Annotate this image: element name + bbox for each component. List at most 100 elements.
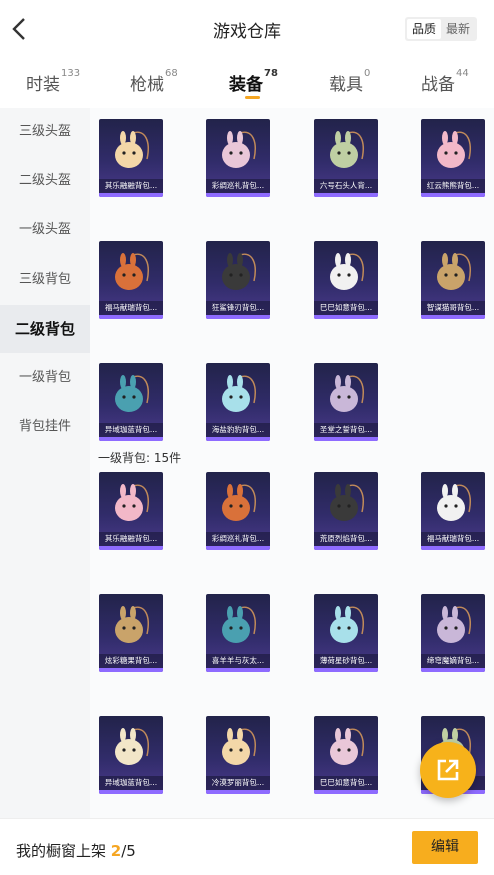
rarity-bar [314, 193, 378, 197]
sidebar-item-level3-helmet[interactable]: 三级头盔 [0, 108, 90, 156]
item-name: 炫彩糖果背包... [99, 654, 163, 668]
item-card[interactable]: 彩绸巡礼背包... [206, 119, 270, 197]
rarity-bar [421, 668, 485, 672]
item-card[interactable]: 巳巳如意背包... [314, 716, 378, 794]
rarity-bar [206, 668, 270, 672]
item-name: 巳巳如意背包... [314, 301, 378, 315]
backpack-icon [437, 606, 471, 643]
item-card[interactable]: 海盐豹豹背包... [206, 363, 270, 441]
backpack-icon [222, 728, 256, 765]
tab-vehicles[interactable]: 载具0 [329, 68, 370, 95]
section-label-level1-backpack: 一级背包: 15件 [98, 451, 182, 465]
category-tabs: 时装133 枪械68 装备78 载具0 战备44 [0, 60, 494, 106]
rarity-bar [99, 437, 163, 441]
rarity-bar [314, 437, 378, 441]
item-name: 缔穹魔嫡背包... [421, 654, 485, 668]
tab-equipment[interactable]: 装备78 [229, 68, 278, 95]
item-name: 狂鲨锋刃背包... [206, 301, 270, 315]
item-card[interactable]: 冷漠罗丽背包... [206, 716, 270, 794]
rarity-bar [206, 315, 270, 319]
backpack-icon [222, 484, 256, 521]
item-name: 福马献瑞背包... [421, 532, 485, 546]
item-card[interactable]: 彩绸巡礼背包... [206, 472, 270, 550]
item-card[interactable]: 其乐融融背包... [99, 472, 163, 550]
item-card[interactable]: 智谋猫哥背包... [421, 241, 485, 319]
rarity-bar [314, 315, 378, 319]
item-name: 冷漠罗丽背包... [206, 776, 270, 790]
backpack-icon [115, 606, 149, 643]
backpack-icon [330, 728, 364, 765]
item-name: 薄荷星砂背包... [314, 654, 378, 668]
rarity-bar [99, 193, 163, 197]
backpack-icon [115, 253, 149, 290]
backpack-icon [437, 484, 471, 521]
item-card[interactable]: 荒原烈焰背包... [314, 472, 378, 550]
rarity-bar [314, 546, 378, 550]
sidebar: 三级头盔 二级头盔 一级头盔 三级背包 二级背包 一级背包 背包挂件 [0, 108, 90, 818]
showcase-current-count: 2 [110, 842, 122, 860]
item-name: 六号石头人背... [314, 179, 378, 193]
item-card[interactable]: 薄荷星砂背包... [314, 594, 378, 672]
item-name: 异域珈蓝背包... [99, 776, 163, 790]
bottom-bar: 我的橱窗上架 2/5 编辑 [0, 818, 494, 875]
rarity-bar [421, 315, 485, 319]
item-name: 巳巳如意背包... [314, 776, 378, 790]
item-card[interactable]: 缔穹魔嫡背包... [421, 594, 485, 672]
backpack-icon [115, 131, 149, 168]
rarity-bar [99, 790, 163, 794]
showcase-status: 我的橱窗上架 2/5 [16, 840, 136, 861]
item-name: 福马献瑞背包... [99, 301, 163, 315]
rarity-bar [314, 790, 378, 794]
item-card[interactable]: 异域珈蓝背包... [99, 716, 163, 794]
backpack-icon [437, 131, 471, 168]
edit-button[interactable]: 编辑 [412, 831, 478, 864]
backpack-icon [222, 253, 256, 290]
item-card[interactable]: 红云熊熊背包... [421, 119, 485, 197]
item-card[interactable]: 喜羊羊与灰太... [206, 594, 270, 672]
backpack-icon [437, 253, 471, 290]
backpack-icon [115, 375, 149, 412]
sidebar-item-level2-backpack[interactable]: 二级背包 [0, 305, 90, 353]
sidebar-item-level3-backpack[interactable]: 三级背包 [0, 256, 90, 304]
item-card[interactable]: 福马献瑞背包... [421, 472, 485, 550]
rarity-bar [206, 546, 270, 550]
item-card[interactable]: 圣堂之誓背包... [314, 363, 378, 441]
item-card[interactable]: 巳巳如意背包... [314, 241, 378, 319]
item-name: 智谋猫哥背包... [421, 301, 485, 315]
tab-supplies[interactable]: 战备44 [421, 68, 469, 95]
tab-fashion[interactable]: 时装133 [26, 68, 80, 95]
item-name: 荒原烈焰背包... [314, 532, 378, 546]
item-card[interactable]: 狂鲨锋刃背包... [206, 241, 270, 319]
showcase-label: 我的橱窗上架 [16, 842, 111, 860]
active-tab-indicator [245, 96, 260, 99]
backpack-icon [330, 606, 364, 643]
backpack-icon [222, 131, 256, 168]
sort-newest-option[interactable]: 最新 [441, 19, 475, 39]
item-card[interactable]: 其乐融融背包... [99, 119, 163, 197]
sidebar-item-level1-helmet[interactable]: 一级头盔 [0, 206, 90, 254]
item-card[interactable]: 炫彩糖果背包... [99, 594, 163, 672]
item-name: 喜羊羊与灰太... [206, 654, 270, 668]
item-card[interactable]: 异域珈蓝背包... [99, 363, 163, 441]
rarity-bar [99, 546, 163, 550]
sidebar-item-backpack-charm[interactable]: 背包挂件 [0, 403, 90, 451]
share-button[interactable] [420, 742, 476, 798]
item-card[interactable]: 六号石头人背... [314, 119, 378, 197]
tab-weapons[interactable]: 枪械68 [130, 68, 178, 95]
backpack-icon [222, 375, 256, 412]
backpack-icon [330, 131, 364, 168]
item-name: 其乐融融背包... [99, 179, 163, 193]
rarity-bar [99, 668, 163, 672]
sidebar-item-level1-backpack[interactable]: 一级背包 [0, 354, 90, 402]
rarity-bar [421, 546, 485, 550]
rarity-bar [206, 437, 270, 441]
sidebar-item-level2-helmet[interactable]: 二级头盔 [0, 157, 90, 205]
backpack-icon [222, 606, 256, 643]
rarity-bar [206, 790, 270, 794]
backpack-icon [330, 375, 364, 412]
sort-quality-option[interactable]: 品质 [407, 19, 441, 39]
item-card[interactable]: 福马献瑞背包... [99, 241, 163, 319]
item-name: 海盐豹豹背包... [206, 423, 270, 437]
backpack-icon [115, 728, 149, 765]
sort-toggle[interactable]: 品质 最新 [405, 17, 477, 41]
